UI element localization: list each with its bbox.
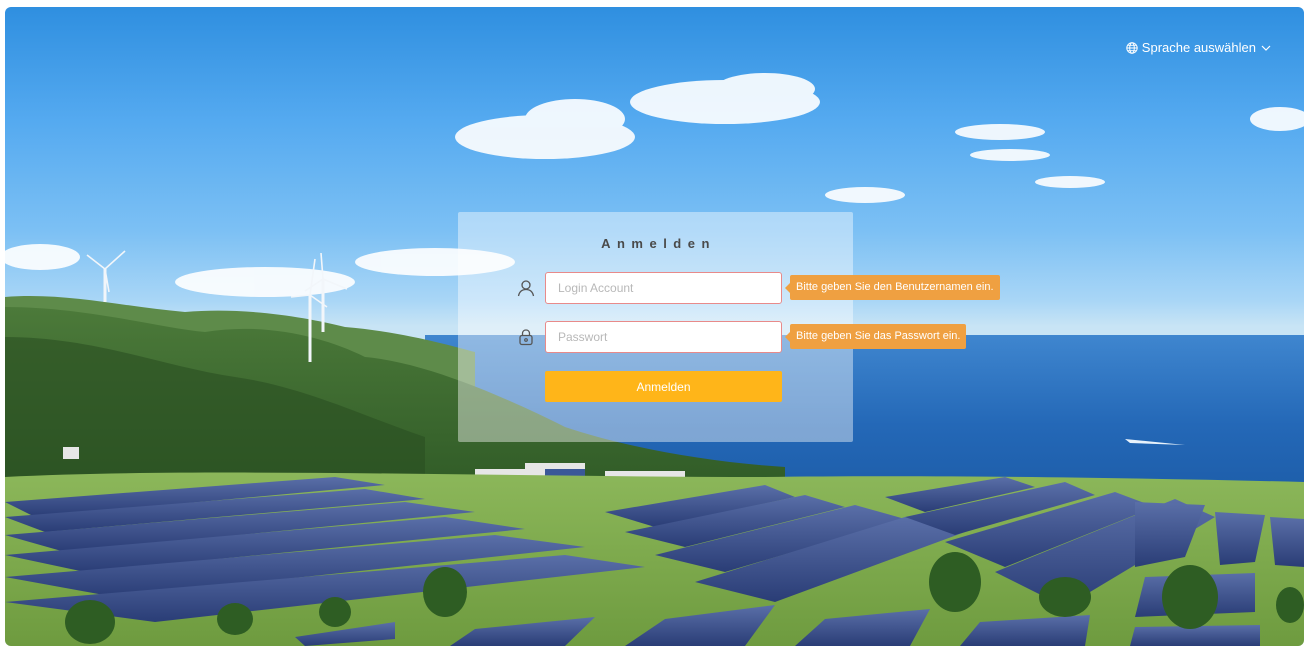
login-title: Anmelden bbox=[601, 236, 716, 251]
lock-icon bbox=[516, 327, 536, 347]
username-input[interactable] bbox=[545, 272, 782, 304]
globe-icon bbox=[1126, 41, 1138, 54]
chevron-down-icon bbox=[1260, 42, 1272, 54]
username-row: Bitte geben Sie den Benutzernamen ein. bbox=[516, 272, 1000, 304]
language-selector[interactable]: Sprache auswählen bbox=[1126, 40, 1272, 55]
language-label: Sprache auswählen bbox=[1141, 40, 1256, 55]
background-scene: Sprache auswählen Anmelden Bitte geben S… bbox=[5, 7, 1304, 646]
password-input[interactable] bbox=[545, 321, 782, 353]
login-button[interactable]: Anmelden bbox=[545, 371, 782, 402]
password-error-tooltip: Bitte geben Sie das Passwort ein. bbox=[784, 324, 967, 349]
user-icon bbox=[516, 278, 536, 298]
login-panel: Anmelden Bitte geben Sie den Benutzernam… bbox=[458, 212, 1000, 442]
username-error-tooltip: Bitte geben Sie den Benutzernamen ein. bbox=[785, 275, 1000, 300]
password-row: Bitte geben Sie das Passwort ein. bbox=[516, 321, 967, 353]
